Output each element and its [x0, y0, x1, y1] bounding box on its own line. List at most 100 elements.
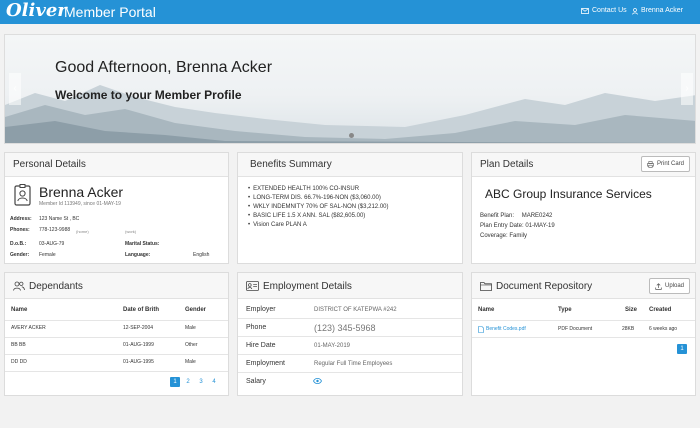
gender-label: Gender: [10, 252, 30, 258]
card-title: Benefits Summary [250, 159, 332, 170]
dependant-dob: 12-SEP-2004 [123, 325, 154, 331]
contact-us-link[interactable]: Contact Us [581, 6, 627, 16]
hire-date-value: 01-MAY-2019 [314, 343, 351, 349]
benefit-plan-row: Benefit Plan: MARE0242 [480, 212, 552, 220]
column-header-name[interactable]: Name [11, 307, 27, 313]
dependant-name: BB BB [11, 342, 26, 348]
carousel-prev[interactable]: ‹ [9, 73, 21, 105]
user-name-label: Brenna Acker [641, 7, 684, 14]
benefit-item: WKLY INDEMNITY 70% OF SAL-NON ($3,212.00… [248, 203, 388, 212]
plan-entry-date: Plan Entry Date: 01-MAY-19 [480, 223, 555, 229]
divider [238, 318, 462, 319]
employer-value: DISTRICT OF KATEPWA #242 [314, 307, 397, 313]
users-icon [13, 281, 25, 291]
print-card-label: Print Card [656, 161, 684, 167]
card-header: Personal Details [5, 153, 228, 177]
welcome-subheading: Welcome to your Member Profile [55, 88, 242, 102]
folder-icon [480, 282, 492, 291]
benefit-item: Vision Care PLAN A [248, 221, 389, 230]
carousel-next[interactable]: › [681, 73, 693, 105]
column-header-type[interactable]: Type [558, 307, 572, 313]
card-title: Plan Details [480, 159, 534, 170]
divider [472, 320, 695, 321]
divider [5, 320, 228, 321]
benefit-plan-label: Benefit Plan: [480, 213, 515, 219]
column-header-name[interactable]: Name [478, 307, 494, 313]
document-size: 28KB [622, 326, 635, 332]
card-title: Personal Details [13, 159, 86, 170]
document-created: 6 weeks ago [649, 326, 678, 332]
document-link[interactable]: Benefit Codes.pdf [478, 326, 526, 333]
eye-icon[interactable] [313, 378, 322, 384]
phone-work-tag: (work) [125, 229, 137, 234]
language-label: Language: [125, 252, 151, 258]
phone-label: Phone [246, 324, 267, 331]
chevron-left-icon: ‹ [13, 83, 17, 94]
phone-home-tag: (home) [76, 229, 89, 234]
personal-details-card: Personal Details Brenna Acker Member Id … [4, 152, 229, 264]
divider [5, 371, 228, 372]
marital-status-label: Marital Status: [125, 241, 160, 247]
employer-label: Employer [246, 306, 276, 313]
dob-value: 03-AUG-79 [39, 241, 65, 247]
page-4-button[interactable]: 4 [209, 377, 219, 387]
document-name: Benefit Codes.pdf [486, 326, 526, 332]
mail-icon [581, 8, 589, 14]
coverage: Coverage: Family [480, 233, 528, 239]
address-value: 123 Name St , BC [39, 216, 80, 222]
card-header: Benefits Summary [238, 153, 462, 177]
page-1-button[interactable]: 1 [170, 377, 180, 387]
address-label: Address: [10, 216, 32, 222]
top-bar: Oliver Member Portal Contact Us Brenna A… [0, 0, 700, 24]
phone-value: (123) 345-5968 [314, 323, 376, 333]
upload-label: Upload [664, 283, 684, 289]
page-3-button[interactable]: 3 [196, 377, 206, 387]
salary-label: Salary [246, 378, 266, 385]
id-badge-icon [14, 184, 31, 206]
upload-icon [655, 282, 662, 290]
benefit-plan-value: MARE0242 [521, 213, 553, 219]
benefits-list: EXTENDED HEALTH 100% CO-INSUR LONG-TERM … [248, 185, 389, 230]
logo[interactable]: Oliver [6, 0, 67, 22]
page-1-button[interactable]: 1 [677, 344, 687, 354]
contact-us-label: Contact Us [592, 7, 627, 14]
card-header: Employment Details [238, 273, 462, 299]
member-name: Brenna Acker [39, 184, 124, 200]
print-card-button[interactable]: Print Card [640, 156, 690, 172]
chevron-right-icon: › [685, 83, 689, 94]
hero-banner: ‹ › Good Afternoon, Brenna Acker Welcome… [4, 34, 696, 144]
column-header-gender[interactable]: Gender [185, 307, 206, 313]
carousel-indicator[interactable] [349, 133, 354, 138]
documents-pagination: 1 [677, 344, 687, 354]
benefit-item: LONG-TERM DIS. 66.7%-196-NON ($3,060.00) [248, 194, 389, 203]
employment-details-card: Employment Details Employer DISTRICT OF … [237, 272, 463, 396]
divider [5, 354, 228, 355]
benefit-item: BASIC LIFE 1.5 X ANN. SAL ($82,605.00) [248, 212, 389, 221]
card-title: Document Repository [496, 281, 593, 292]
dependant-gender: Male [185, 325, 196, 331]
phones-label: Phones: [10, 227, 30, 233]
pdf-file-icon [478, 326, 484, 333]
plan-name: ABC Group Insurance Services [485, 187, 652, 201]
language-value: English [193, 252, 210, 258]
upload-button[interactable]: Upload [648, 278, 690, 294]
card-title: Dependants [29, 281, 83, 292]
column-header-created[interactable]: Created [649, 307, 671, 313]
page-2-button[interactable]: 2 [183, 377, 193, 387]
divider [238, 372, 462, 373]
gender-value: Female [39, 252, 56, 258]
divider [472, 337, 695, 338]
divider [238, 336, 462, 337]
column-header-size[interactable]: Size [625, 307, 637, 313]
column-header-dob[interactable]: Date of Brith [123, 307, 159, 313]
dob-label: D.o.B.: [10, 241, 27, 247]
user-menu[interactable]: Brenna Acker [632, 6, 683, 16]
phone-home-value: 778-123-9988 [39, 227, 71, 233]
plan-details-card: Plan Details Print Card ABC Group Insura… [471, 152, 696, 264]
employment-type-value: Regular Full Time Employees [314, 361, 393, 367]
portal-title: Member Portal [64, 4, 156, 20]
dependants-pagination: 1 2 3 4 [170, 377, 219, 387]
card-title: Employment Details [263, 281, 352, 292]
document-repository-card: Document Repository Upload Name Type Siz… [471, 272, 696, 396]
printer-icon [647, 160, 654, 168]
